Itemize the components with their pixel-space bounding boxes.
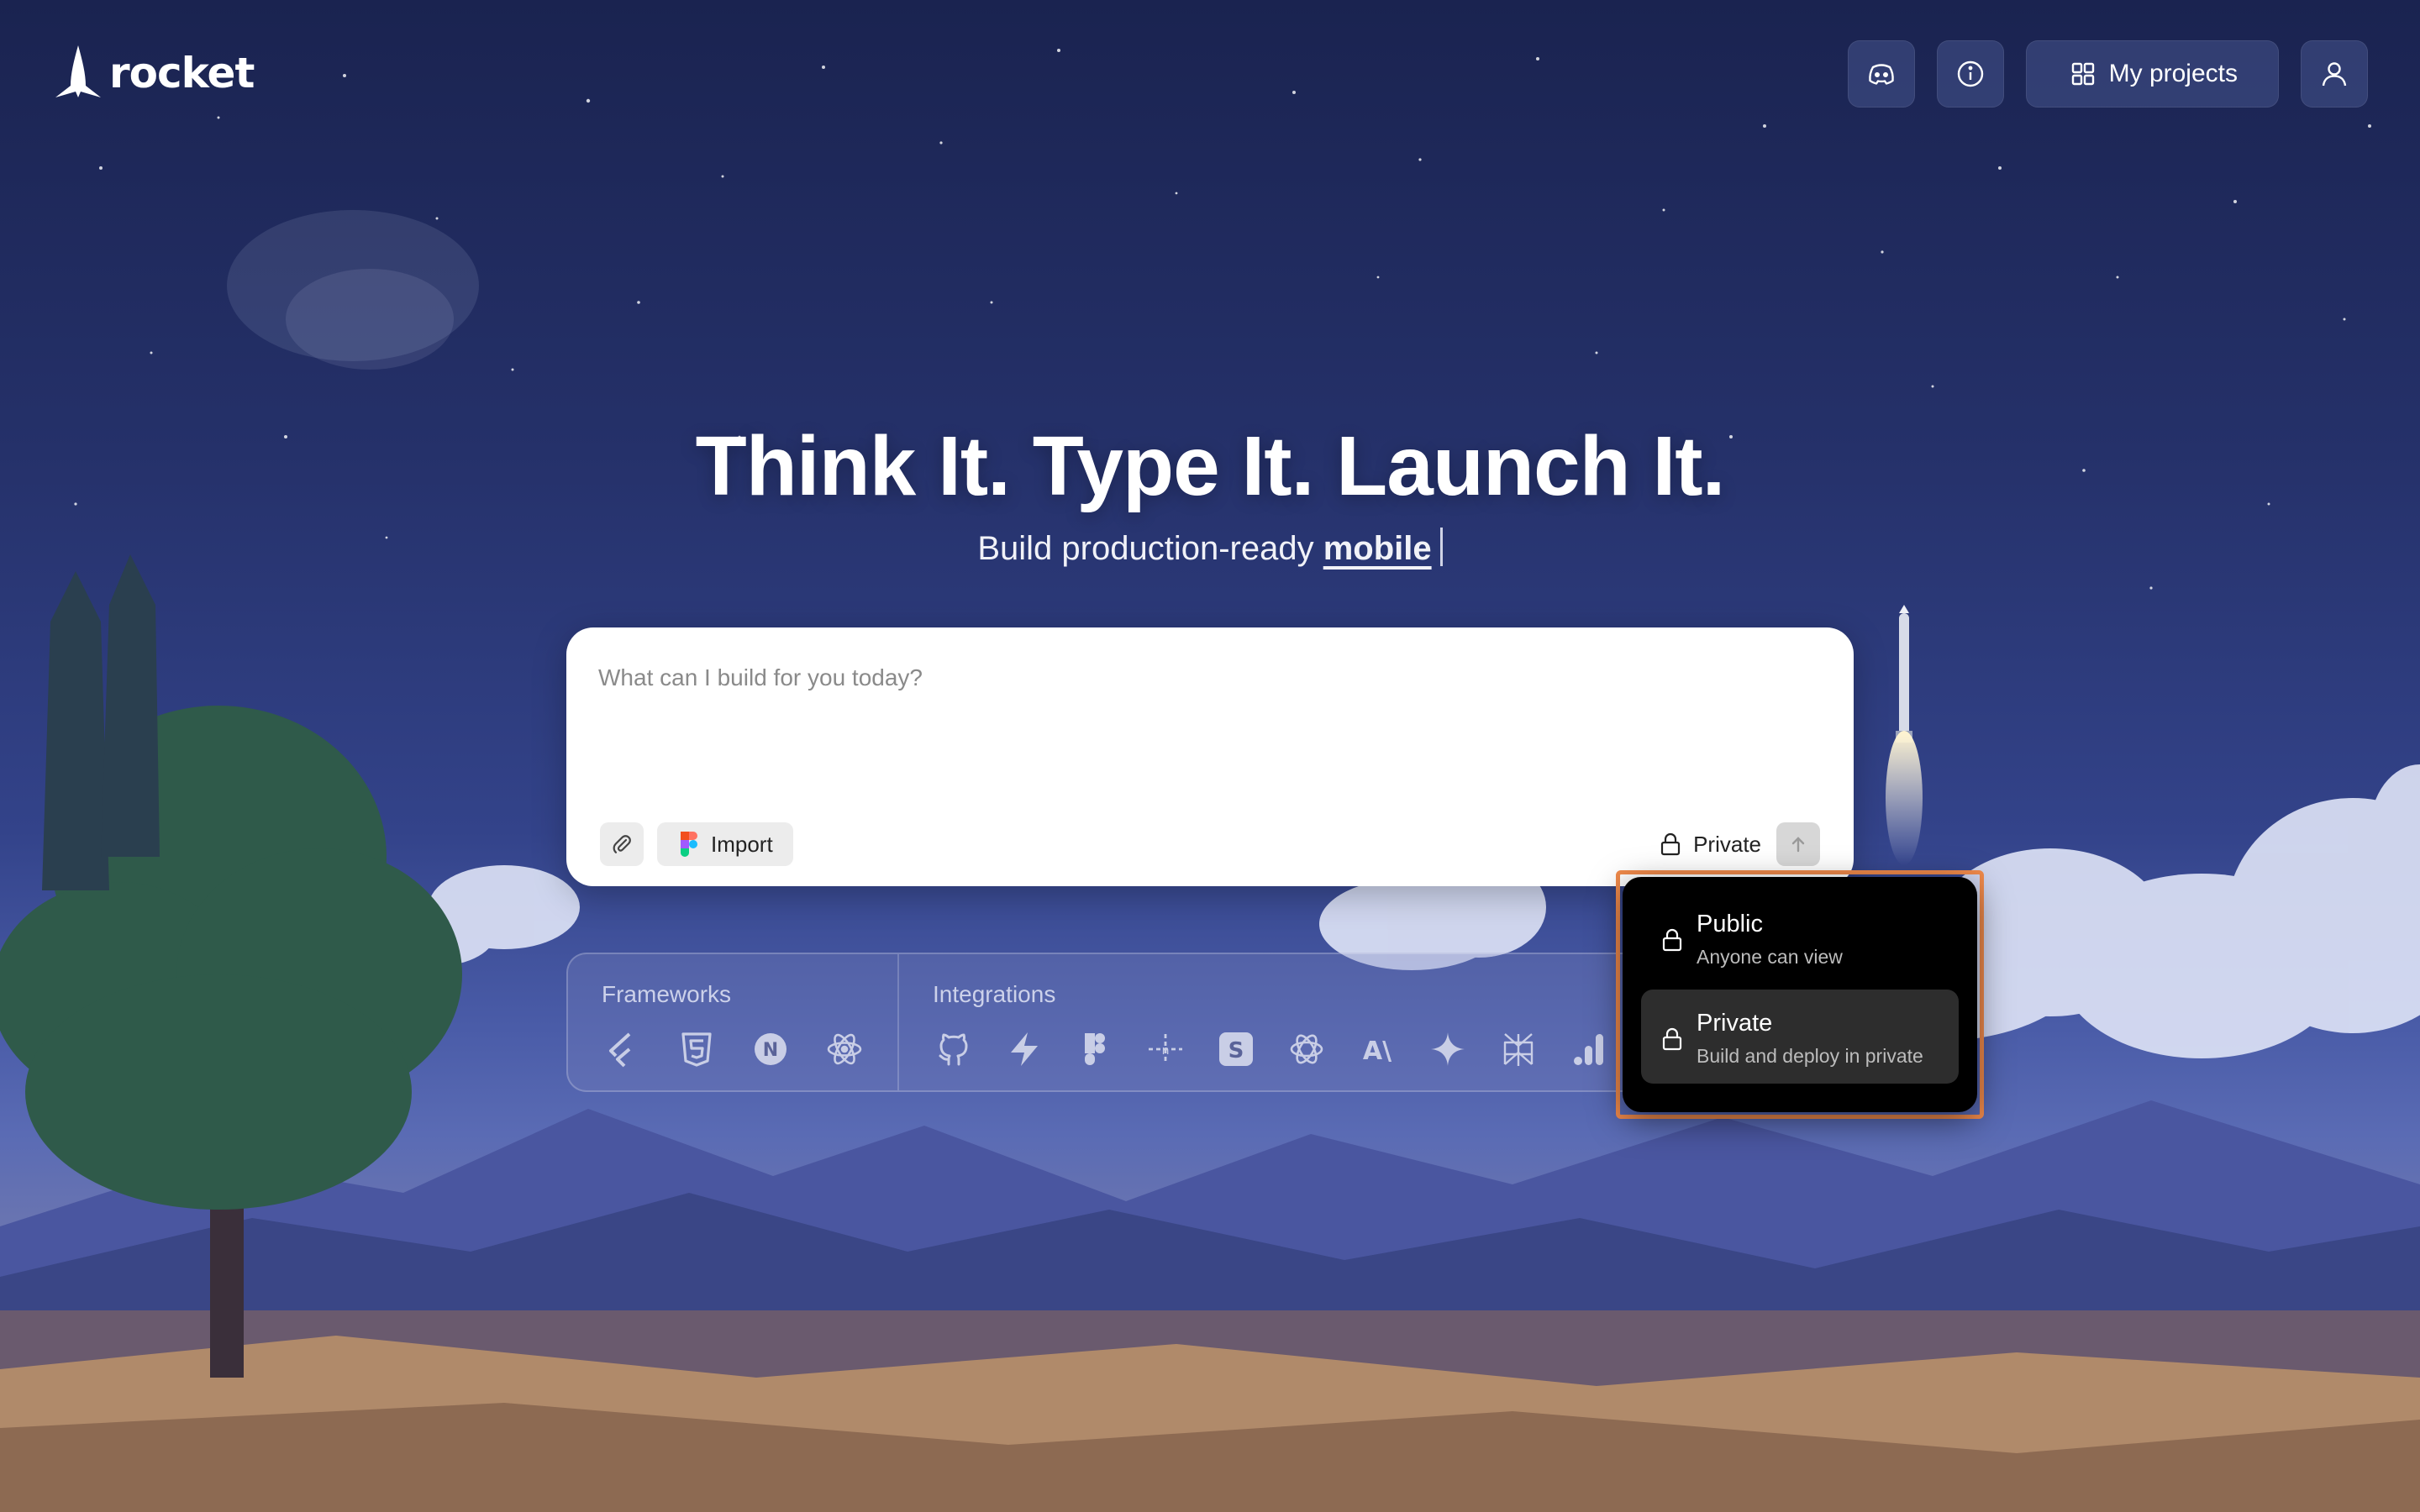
lock-icon bbox=[1662, 1027, 1682, 1051]
info-icon bbox=[1957, 60, 1983, 87]
svg-text:N: N bbox=[763, 1040, 778, 1061]
hero-subtitle-prefix: Build production-ready bbox=[977, 530, 1314, 567]
framework-react[interactable] bbox=[823, 1028, 865, 1070]
integrations-list: n S A\ bbox=[933, 1028, 1639, 1070]
react-icon bbox=[827, 1033, 862, 1065]
hero-subtitle: Build production-ready mobile bbox=[0, 528, 2420, 568]
integration-anthropic[interactable]: A\ bbox=[1356, 1028, 1398, 1070]
hero-subtitle-highlight: mobile bbox=[1323, 530, 1432, 567]
html5-icon bbox=[681, 1032, 712, 1067]
unlock-icon bbox=[1662, 928, 1682, 952]
info-button[interactable] bbox=[1936, 40, 2004, 108]
typing-caret bbox=[1439, 528, 1443, 566]
stripe-icon: S bbox=[1219, 1032, 1253, 1066]
brand-name: rocket bbox=[109, 49, 255, 97]
tree-illustration bbox=[0, 554, 462, 1378]
hero-title: Think It. Type It. Launch It. bbox=[695, 419, 1726, 513]
nextjs-icon: N bbox=[755, 1033, 786, 1065]
perplexity-icon bbox=[1503, 1033, 1534, 1066]
gemini-icon bbox=[1431, 1032, 1465, 1066]
figma-mono-icon bbox=[1085, 1033, 1105, 1065]
openai-icon bbox=[1290, 1034, 1323, 1064]
integration-analytics[interactable] bbox=[1568, 1028, 1610, 1070]
integration-gemini[interactable] bbox=[1427, 1028, 1469, 1070]
my-projects-label: My projects bbox=[2108, 60, 2238, 87]
visibility-menu: Public Anyone can view Private Build and… bbox=[1623, 877, 1977, 1112]
frameworks-label: Frameworks bbox=[602, 981, 732, 1007]
flutter-icon bbox=[609, 1032, 631, 1068]
profile-button[interactable] bbox=[2301, 40, 2368, 108]
rocket-logo-icon bbox=[55, 45, 101, 97]
svg-text:n: n bbox=[1162, 1044, 1170, 1058]
visibility-option-private[interactable]: Private Build and deploy in private bbox=[1641, 990, 1959, 1084]
frameworks-list: N bbox=[602, 1028, 897, 1070]
send-button[interactable] bbox=[1776, 822, 1820, 866]
integration-github[interactable] bbox=[933, 1028, 975, 1070]
discord-button[interactable] bbox=[1847, 40, 1915, 108]
n8n-icon: n bbox=[1149, 1034, 1182, 1064]
prompt-input[interactable] bbox=[598, 664, 1775, 691]
grid-icon bbox=[2071, 62, 2094, 86]
my-projects-button[interactable]: My projects bbox=[2025, 40, 2279, 108]
framework-flutter[interactable] bbox=[602, 1028, 644, 1070]
visibility-option-description: Build and deploy in private bbox=[1697, 1045, 1923, 1067]
import-label: Import bbox=[711, 831, 773, 857]
integration-openai[interactable] bbox=[1286, 1028, 1328, 1070]
arrow-up-icon bbox=[1791, 837, 1805, 853]
discord-icon bbox=[1868, 64, 1894, 85]
visibility-option-description: Anyone can view bbox=[1697, 946, 1843, 968]
frameworks-section: Frameworks N bbox=[568, 954, 899, 1090]
import-button[interactable]: Import bbox=[657, 822, 793, 866]
supabase-icon bbox=[1011, 1032, 1038, 1066]
brand-logo[interactable]: rocket bbox=[52, 45, 255, 101]
svg-text:S: S bbox=[1228, 1038, 1244, 1063]
analytics-icon bbox=[1574, 1034, 1603, 1065]
visibility-toggle[interactable]: Private bbox=[1658, 822, 1761, 866]
visibility-option-title: Private bbox=[1697, 1010, 1773, 1037]
integration-stripe[interactable]: S bbox=[1215, 1028, 1257, 1070]
lock-icon bbox=[1660, 832, 1681, 856]
attach-button[interactable] bbox=[600, 822, 644, 866]
integration-supabase[interactable] bbox=[1003, 1028, 1045, 1070]
prompt-box: Import Private bbox=[566, 627, 1854, 886]
github-icon bbox=[939, 1033, 968, 1066]
integration-figma[interactable] bbox=[1074, 1028, 1116, 1070]
visibility-label: Private bbox=[1693, 831, 1761, 857]
framework-nextjs[interactable]: N bbox=[750, 1028, 792, 1070]
header-actions: My projects bbox=[1847, 40, 2368, 108]
user-icon bbox=[2322, 62, 2347, 87]
visibility-option-public[interactable]: Public Anyone can view bbox=[1641, 890, 1959, 984]
paperclip-icon bbox=[613, 835, 631, 853]
integration-perplexity[interactable] bbox=[1497, 1028, 1539, 1070]
anthropic-icon: A\ bbox=[1363, 1037, 1392, 1066]
integrations-label: Integrations bbox=[933, 981, 1056, 1007]
visibility-option-title: Public bbox=[1697, 911, 1763, 937]
framework-html5[interactable] bbox=[676, 1028, 718, 1070]
figma-icon bbox=[681, 832, 697, 857]
integration-n8n[interactable]: n bbox=[1144, 1028, 1186, 1070]
svg-text:A\: A\ bbox=[1363, 1037, 1392, 1066]
